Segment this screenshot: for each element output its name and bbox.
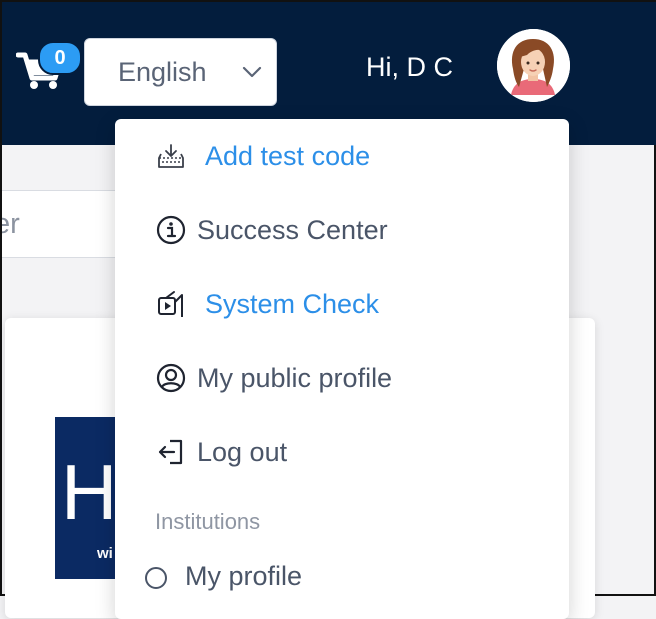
institution-item-label: My profile <box>185 561 303 591</box>
info-icon <box>155 214 187 246</box>
menu-item-my-public-profile[interactable]: My public profile <box>115 348 569 408</box>
menu-item-label: System Check <box>205 288 380 319</box>
menu-item-add-test-code[interactable]: Add test code <box>115 126 569 186</box>
video-check-icon <box>155 288 187 320</box>
language-select[interactable]: English <box>84 38 277 106</box>
user-avatar-icon <box>497 29 570 102</box>
logout-icon <box>155 436 187 468</box>
avatar[interactable] <box>497 29 570 102</box>
banner-letter: H <box>61 448 118 536</box>
user-dropdown-menu: Add test code Success Center System Chec… <box>115 119 569 619</box>
download-tray-icon <box>155 140 187 172</box>
user-circle-icon <box>155 362 187 394</box>
search-placeholder-text: er <box>2 207 20 240</box>
chevron-down-icon <box>242 66 262 78</box>
search-input[interactable]: er <box>2 190 120 258</box>
language-select-value: English <box>118 56 207 87</box>
institution-item-my-profile[interactable]: My profile <box>115 549 569 609</box>
menu-item-label: Log out <box>197 436 288 467</box>
menu-item-label: My public profile <box>197 362 393 393</box>
institutions-heading: Institutions <box>155 509 261 534</box>
menu-item-success-center[interactable]: Success Center <box>115 200 569 260</box>
cart-count-badge: 0 <box>38 41 82 75</box>
menu-item-system-check[interactable]: System Check <box>115 274 569 334</box>
menu-item-label: Success Center <box>197 214 388 245</box>
user-greeting[interactable]: Hi, D C <box>366 52 453 83</box>
radio-button[interactable] <box>145 567 167 589</box>
menu-item-log-out[interactable]: Log out <box>115 422 569 482</box>
menu-item-label: Add test code <box>205 140 371 171</box>
banner-small-text: wi <box>97 545 113 562</box>
